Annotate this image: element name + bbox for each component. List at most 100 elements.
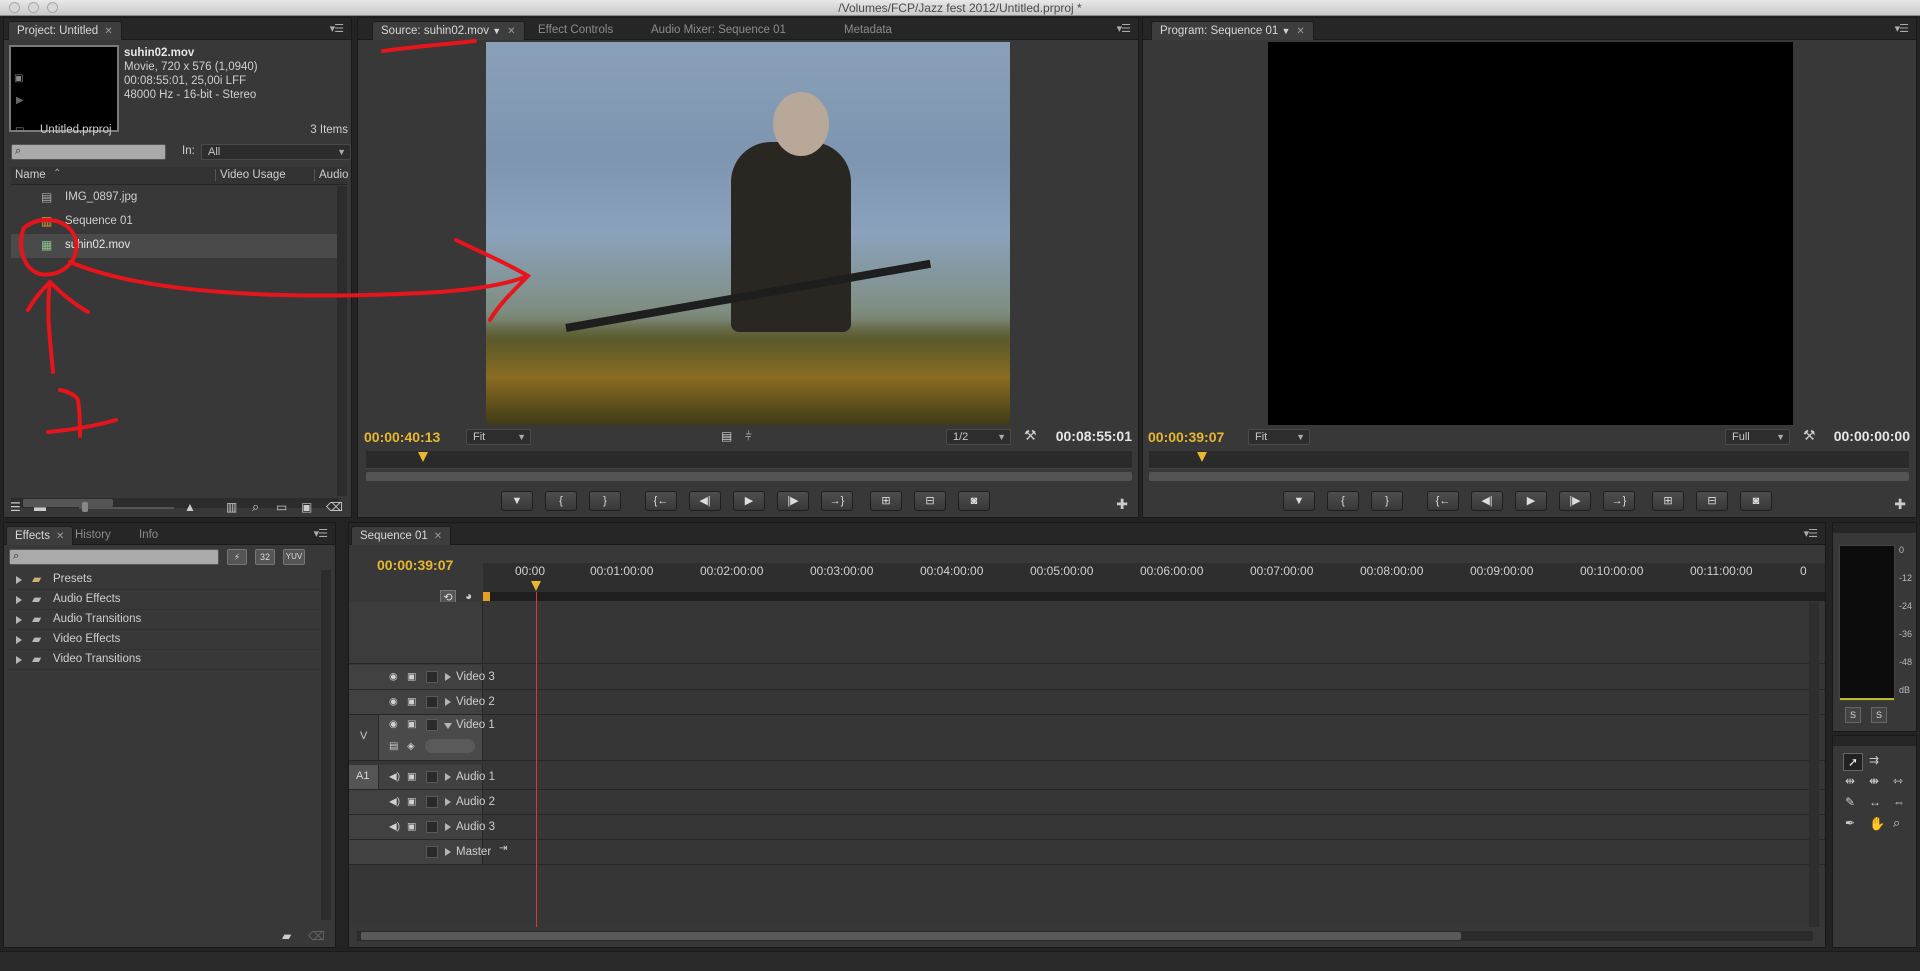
trash-icon[interactable]: ⌫: [326, 500, 343, 514]
bin-icon[interactable]: ▥: [226, 500, 237, 514]
pen-tool-icon[interactable]: ✒: [1845, 816, 1855, 830]
tab-program[interactable]: Program: Sequence 01 ▼ ✕: [1151, 21, 1314, 40]
panel-menu-icon[interactable]: ▾☰: [1895, 22, 1909, 35]
program-zoom-scrollbar[interactable]: [1149, 472, 1909, 481]
keyframe-navigator[interactable]: [425, 739, 475, 753]
source-zoom-scrollbar[interactable]: [366, 472, 1132, 481]
close-icon[interactable]: ✕: [104, 26, 112, 37]
selection-tool-icon[interactable]: ➚: [1843, 753, 1863, 771]
go-to-in-button[interactable]: {←: [645, 491, 677, 511]
ripple-edit-tool-icon[interactable]: ⇹: [1845, 774, 1855, 788]
column-video-usage[interactable]: Video Usage: [215, 169, 286, 181]
speaker-icon[interactable]: ◀): [389, 822, 400, 833]
tab-metadata[interactable]: Metadata: [836, 21, 900, 40]
source-playhead[interactable]: [418, 452, 429, 462]
add-marker-button[interactable]: ▼: [501, 491, 533, 511]
sync-lock-icon[interactable]: ▣: [407, 797, 416, 808]
sync-lock-icon[interactable]: ▣: [407, 672, 416, 683]
razor-tool-icon[interactable]: ✎: [1845, 795, 1855, 809]
32bit-effects-badge[interactable]: 32: [255, 549, 275, 565]
add-marker-button[interactable]: ▼: [1283, 491, 1315, 511]
timeline-horizontal-scrollbar[interactable]: [357, 931, 1813, 941]
settings-wrench-icon[interactable]: ⚒: [1803, 427, 1816, 444]
settings-wrench-icon[interactable]: ⚒: [1024, 427, 1037, 444]
audio-track-1[interactable]: A1 ◀) ▣ Audio 1: [349, 765, 1825, 790]
tab-sequence[interactable]: Sequence 01 ✕: [351, 526, 452, 545]
icon-view-icon[interactable]: ▬: [34, 500, 46, 514]
mark-in-button[interactable]: {: [545, 491, 577, 511]
lock-track-checkbox[interactable]: [426, 671, 438, 683]
chevron-down-icon[interactable]: ▼: [492, 26, 501, 36]
video-track-1[interactable]: V ◉ ▣ Video 1 ▤ ◈: [349, 715, 1825, 761]
project-list-item-selected[interactable]: ▦ suhin02.mov: [11, 234, 341, 258]
column-name[interactable]: Name: [15, 169, 46, 181]
search-input[interactable]: ⌕: [11, 144, 166, 160]
accelerated-effects-icon[interactable]: ⚡: [227, 549, 247, 565]
scrollbar-thumb[interactable]: [361, 932, 1461, 940]
column-audio-usage[interactable]: Audio U: [314, 169, 351, 181]
new-item-icon[interactable]: ▣: [301, 500, 312, 514]
expand-triangle-icon[interactable]: [445, 673, 451, 681]
add-marker-icon[interactable]: ◕: [465, 589, 472, 603]
step-back-button[interactable]: ◀|: [1471, 491, 1503, 511]
button-editor-icon[interactable]: ✚: [1894, 496, 1906, 513]
drag-video-icon[interactable]: ▤: [721, 429, 732, 443]
effects-search-input[interactable]: ⌕: [9, 549, 219, 565]
lock-track-checkbox[interactable]: [426, 696, 438, 708]
expand-triangle-icon[interactable]: [16, 636, 22, 644]
speaker-icon[interactable]: ◀): [389, 797, 400, 808]
project-list-item[interactable]: ▤ IMG_0897.jpg: [11, 186, 341, 210]
lock-track-checkbox[interactable]: [426, 796, 438, 808]
effects-vertical-scrollbar[interactable]: [321, 570, 331, 920]
source-zoom-dropdown[interactable]: Fit ▼: [466, 429, 531, 445]
eye-icon[interactable]: ◉: [389, 672, 398, 683]
source-time-ruler[interactable]: [366, 451, 1132, 469]
trash-icon[interactable]: ⌫: [308, 929, 325, 943]
close-icon[interactable]: ✕: [434, 531, 442, 542]
tab-project[interactable]: Project: Untitled ✕: [8, 21, 122, 40]
speaker-icon[interactable]: ◀): [389, 772, 400, 783]
tab-source[interactable]: Source: suhin02.mov ▼ ✕: [372, 21, 525, 40]
video-track-2[interactable]: ◉ ▣ Video 2: [349, 690, 1825, 715]
button-editor-icon[interactable]: ✚: [1116, 496, 1128, 513]
close-icon[interactable]: ✕: [1296, 26, 1304, 37]
panel-menu-icon[interactable]: ▾☰: [330, 22, 344, 35]
lock-track-checkbox[interactable]: [426, 719, 438, 731]
solo-right-button[interactable]: S: [1871, 707, 1887, 723]
panel-menu-icon[interactable]: ▾☰: [1804, 527, 1818, 540]
zoom-slider[interactable]: [79, 507, 174, 509]
audio-source-target[interactable]: A1: [349, 765, 379, 789]
eye-icon[interactable]: ◉: [389, 697, 398, 708]
expand-triangle-icon[interactable]: [445, 698, 451, 706]
effects-folder[interactable]: ▰ Audio Transitions: [8, 610, 320, 630]
project-vertical-scrollbar[interactable]: [337, 186, 347, 496]
program-playhead[interactable]: [1197, 452, 1208, 462]
play-button[interactable]: ▶: [1515, 491, 1547, 511]
expand-triangle-icon[interactable]: [16, 656, 22, 664]
new-bin-icon[interactable]: ▭: [276, 500, 287, 514]
go-to-out-button[interactable]: →}: [821, 491, 853, 511]
work-area-start-handle[interactable]: [483, 592, 490, 601]
effects-folder[interactable]: ▰ Video Transitions: [8, 650, 320, 670]
in-filter-dropdown[interactable]: All ▼: [201, 144, 351, 160]
audio-track-3[interactable]: ◀) ▣ Audio 3: [349, 815, 1825, 840]
master-track[interactable]: Master ⇥: [349, 840, 1825, 865]
tab-audio-mixer[interactable]: Audio Mixer: Sequence 01: [643, 21, 794, 40]
expand-triangle-icon[interactable]: [16, 596, 22, 604]
zoom-slider-handle[interactable]: [82, 502, 88, 512]
solo-left-button[interactable]: S: [1845, 707, 1861, 723]
lock-track-checkbox[interactable]: [426, 821, 438, 833]
tab-effect-controls[interactable]: Effect Controls: [530, 21, 621, 40]
step-forward-button[interactable]: |▶: [777, 491, 809, 511]
sync-lock-icon[interactable]: ▣: [407, 772, 416, 783]
poster-frame-icon[interactable]: ▣: [14, 73, 23, 84]
display-style-icon[interactable]: ▤: [389, 741, 398, 752]
slide-tool-icon[interactable]: ⇔: [1893, 795, 1905, 809]
work-area-bar[interactable]: [483, 592, 1825, 601]
step-back-button[interactable]: ◀|: [689, 491, 721, 511]
close-icon[interactable]: ✕: [507, 26, 515, 37]
drag-audio-icon[interactable]: ⫩: [745, 429, 752, 444]
collapse-triangle-icon[interactable]: [444, 723, 452, 729]
program-time-ruler[interactable]: [1149, 451, 1909, 469]
lock-track-checkbox[interactable]: [426, 771, 438, 783]
